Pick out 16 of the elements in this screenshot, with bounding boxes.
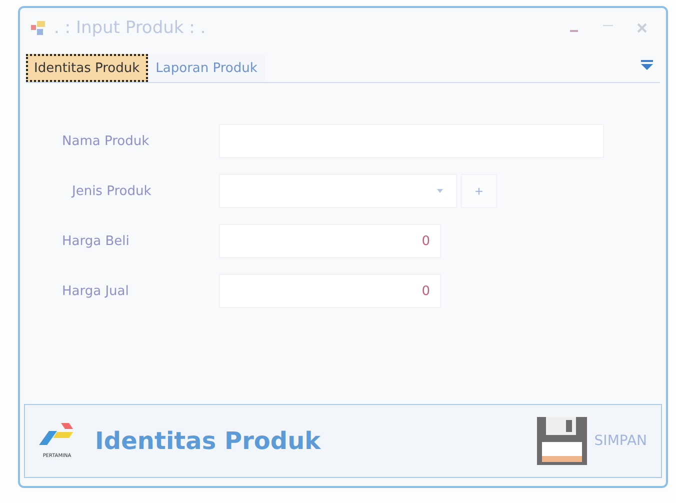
field-label: Harga Jual [61, 284, 130, 298]
app-icon [30, 20, 46, 36]
input-field[interactable]: 0 [219, 224, 441, 258]
close-icon[interactable] [636, 22, 648, 34]
tab[interactable]: Laporan Produk [148, 54, 266, 82]
add-button[interactable]: + [461, 174, 497, 208]
field-label: Harga Beli [61, 234, 130, 248]
footer-heading: Identitas Produk [95, 427, 322, 455]
dropdown-field[interactable] [219, 174, 457, 208]
tab[interactable]: Identitas Produk [26, 54, 148, 82]
window-title: . : Input Produk : . [54, 18, 207, 38]
tab-menu-icon[interactable] [640, 59, 654, 71]
input-field[interactable]: 0 [219, 274, 441, 308]
field-label: Jenis Produk [70, 184, 152, 198]
caret-icon [436, 188, 444, 194]
field-label: Nama Produk [61, 134, 150, 148]
